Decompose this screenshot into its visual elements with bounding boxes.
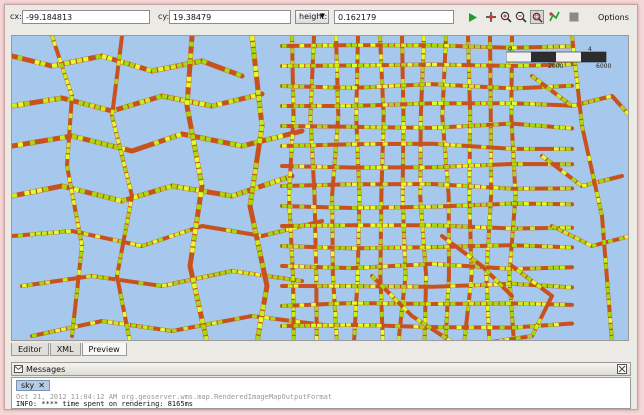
zoom-out-icon (515, 11, 527, 23)
query-button[interactable] (547, 10, 561, 24)
pan-button[interactable] (484, 10, 498, 24)
messages-title: Messages (26, 365, 66, 374)
options-button[interactable]: Options (598, 13, 629, 22)
messages-log[interactable]: sky ✕ Oct 21, 2012 11:04:12 AM org.geoser… (11, 377, 631, 409)
map-canvas[interactable]: 0 2000 4 6000 (11, 35, 629, 341)
scale-tick-start: 0 (508, 46, 512, 53)
cy-label: cy: (158, 12, 170, 21)
cy-input[interactable] (169, 10, 291, 24)
tab-editor[interactable]: Editor (11, 343, 49, 356)
scale-tick-mid: 2000 (548, 63, 564, 70)
restore-icon (618, 365, 626, 373)
road-network-map[interactable] (12, 36, 629, 341)
zoom-box-button[interactable] (530, 10, 544, 24)
query-icon (549, 11, 560, 22)
zoom-out-button[interactable] (514, 10, 528, 24)
editor-tabs: Editor XML Preview (11, 343, 128, 356)
cx-label: cx: (10, 12, 22, 21)
zoom-box-icon (532, 12, 543, 23)
toolbar: cx: cy: height: ▼ Options (5, 5, 637, 29)
scale-tick-right: 4 (588, 46, 592, 53)
restore-panel-button[interactable] (617, 364, 627, 374)
play-icon (468, 12, 477, 22)
pan-icon (486, 12, 496, 22)
mode-select[interactable]: height: ▼ (295, 10, 329, 24)
chevron-down-icon: ▼ (319, 12, 325, 20)
height-input[interactable] (334, 10, 454, 24)
tab-xml[interactable]: XML (49, 343, 81, 356)
cx-input[interactable] (22, 10, 150, 24)
app-window: cx: cy: height: ▼ Options (4, 4, 638, 410)
stop-button[interactable] (567, 10, 581, 24)
tab-preview[interactable]: Preview (81, 343, 127, 356)
play-button[interactable] (465, 10, 479, 24)
messages-icon (14, 365, 23, 373)
log-line: INFO: **** time spent on rendering: 8165… (16, 400, 194, 408)
scale-tick-end: 6000 (596, 63, 612, 70)
message-tab-sky[interactable]: sky ✕ (16, 380, 50, 391)
close-icon[interactable]: ✕ (38, 381, 45, 390)
message-tab-label: sky (21, 381, 35, 390)
zoom-in-button[interactable] (499, 10, 513, 24)
scale-bar: 0 2000 4 6000 (505, 46, 614, 74)
messages-header: Messages (11, 362, 631, 376)
stop-icon (569, 12, 579, 22)
zoom-in-icon (500, 11, 512, 23)
